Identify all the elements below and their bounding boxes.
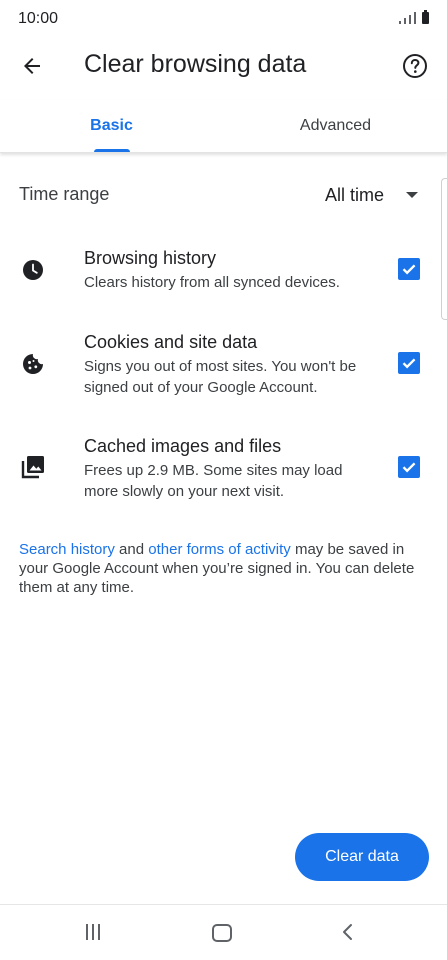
tab-basic[interactable]: Basic bbox=[0, 100, 223, 152]
image-stack-icon bbox=[20, 454, 46, 480]
dropdown-arrow-icon bbox=[406, 192, 418, 198]
home-icon[interactable] bbox=[212, 924, 232, 942]
option-title: Browsing history bbox=[84, 248, 217, 268]
footer-text: and bbox=[114, 541, 149, 558]
other-activity-link[interactable]: other forms of activity bbox=[148, 541, 291, 558]
time-range-row: Time range All time bbox=[0, 174, 440, 214]
option-browsing-history[interactable]: Browsing history Clears history from all… bbox=[0, 240, 440, 310]
option-cached-images[interactable]: Cached images and files Frees up 2.9 MB.… bbox=[0, 428, 440, 508]
footer-note: Search history and other forms of activi… bbox=[19, 540, 429, 597]
battery-icon bbox=[422, 10, 429, 24]
tab-indicator bbox=[94, 149, 130, 152]
recents-icon[interactable] bbox=[86, 924, 100, 940]
signal-bar bbox=[409, 15, 411, 24]
option-title: Cookies and site data bbox=[84, 332, 258, 352]
option-cookies[interactable]: Cookies and site data Signs you out of m… bbox=[0, 324, 440, 404]
tab-bar: Basic Advanced bbox=[0, 100, 447, 153]
cookies-checkbox[interactable] bbox=[398, 352, 420, 374]
status-time: 10:00 bbox=[18, 10, 59, 27]
time-range-value: All time bbox=[324, 184, 384, 205]
cached-images-checkbox[interactable] bbox=[398, 456, 420, 478]
check-icon bbox=[402, 358, 416, 369]
option-description: Clears history from all synced devices. bbox=[84, 274, 340, 291]
status-icons bbox=[399, 10, 429, 24]
browsing-history-checkbox[interactable] bbox=[398, 258, 420, 280]
check-icon bbox=[402, 264, 416, 275]
search-history-link[interactable]: Search history bbox=[19, 541, 115, 558]
help-button[interactable] bbox=[397, 48, 433, 84]
page-title: Clear browsing data bbox=[84, 50, 307, 78]
tab-advanced[interactable]: Advanced bbox=[224, 100, 447, 152]
clock-icon bbox=[20, 257, 46, 283]
option-description: Signs you out of most sites. You won't b… bbox=[84, 358, 357, 396]
option-description: Frees up 2.9 MB. Some sites may load mor… bbox=[84, 462, 343, 500]
arrow-back-icon bbox=[24, 58, 40, 74]
back-button[interactable] bbox=[14, 48, 50, 84]
check-icon bbox=[402, 462, 416, 473]
help-icon bbox=[403, 54, 427, 78]
system-nav-bar bbox=[0, 904, 447, 960]
clear-data-button[interactable]: Clear data bbox=[295, 833, 429, 881]
option-title: Cached images and files bbox=[84, 436, 282, 456]
status-bar: 10:00 bbox=[0, 0, 447, 38]
nav-back-icon[interactable] bbox=[338, 922, 358, 942]
app-bar: Clear browsing data bbox=[0, 38, 447, 94]
time-range-label: Time range bbox=[19, 184, 110, 204]
scrollbar[interactable] bbox=[441, 178, 447, 320]
signal-icon bbox=[399, 21, 401, 24]
cookie-icon bbox=[20, 351, 46, 377]
time-range-dropdown[interactable]: All time bbox=[325, 180, 418, 210]
signal-bar bbox=[414, 12, 416, 24]
signal-bar bbox=[404, 18, 406, 24]
